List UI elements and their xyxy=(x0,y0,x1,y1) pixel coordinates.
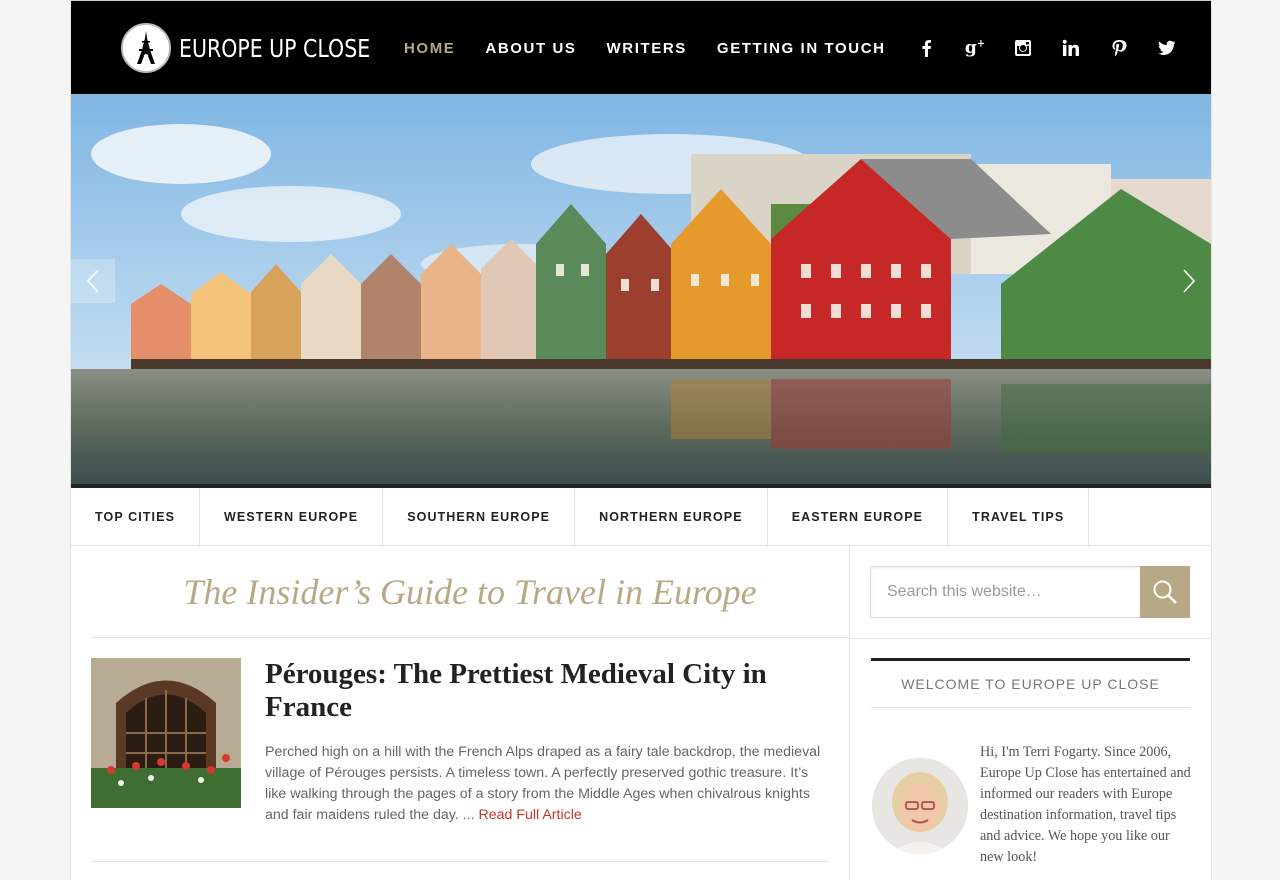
welcome-widget-title: WELCOME TO EUROPE UP CLOSE xyxy=(871,658,1190,708)
cat-eastern-europe[interactable]: EASTERN EUROPE xyxy=(768,488,949,545)
cat-western-europe[interactable]: WESTERN EUROPE xyxy=(200,488,384,545)
cat-travel-tips[interactable]: TRAVEL TIPS xyxy=(948,488,1090,545)
read-full-article-link[interactable]: Read Full Article xyxy=(478,807,581,823)
nav-writers[interactable]: WRITERS xyxy=(607,40,687,57)
search-form xyxy=(870,566,1190,618)
post-divider xyxy=(91,861,829,862)
hero-slider xyxy=(71,94,1211,484)
facebook-icon[interactable] xyxy=(903,24,951,72)
cat-top-cities[interactable]: TOP CITIES xyxy=(71,488,201,545)
social-links: g+ xyxy=(903,1,1191,95)
main-nav: HOME ABOUT US WRITERS GETTING IN TOUCH xyxy=(404,1,916,95)
post-title[interactable]: Pérouges: The Prettiest Medieval City in… xyxy=(265,658,825,724)
search-button[interactable] xyxy=(1140,566,1190,618)
post-thumbnail[interactable] xyxy=(91,658,241,808)
nav-getting-in-touch[interactable]: GETTING IN TOUCH xyxy=(717,40,886,57)
sidebar: WELCOME TO EUROPE UP CLOSE Hi, I'm Terri… xyxy=(850,546,1211,880)
slider-prev-arrow[interactable] xyxy=(71,259,115,303)
nav-about-us[interactable]: ABOUT US xyxy=(485,40,576,57)
instagram-icon[interactable] xyxy=(999,24,1047,72)
site-logo[interactable]: EUROPE UP CLOSE xyxy=(121,21,412,75)
logo-text: EUROPE UP CLOSE xyxy=(179,33,371,63)
cat-southern-europe[interactable]: SOUTHERN EUROPE xyxy=(383,488,576,545)
search-input[interactable] xyxy=(870,566,1140,618)
cat-northern-europe[interactable]: NORTHERN EUROPE xyxy=(575,488,768,545)
author-avatar xyxy=(872,758,968,854)
post-excerpt: Perched high on a hill with the French A… xyxy=(265,742,825,826)
search-icon xyxy=(1153,580,1177,604)
nav-home[interactable]: HOME xyxy=(404,40,455,57)
welcome-text: Hi, I'm Terri Fogarty. Since 2006, Europ… xyxy=(980,744,1191,865)
hero-image xyxy=(71,94,1211,484)
main-content: The Insider’s Guide to Travel in Europe xyxy=(71,546,850,880)
slider-next-arrow[interactable] xyxy=(1167,259,1211,303)
site-header: EUROPE UP CLOSE HOME ABOUT US WRITERS GE… xyxy=(71,0,1211,94)
category-nav: TOP CITIES WESTERN EUROPE SOUTHERN EUROP… xyxy=(71,488,1211,546)
linkedin-icon[interactable] xyxy=(1047,24,1095,72)
page: EUROPE UP CLOSE HOME ABOUT US WRITERS GE… xyxy=(70,0,1212,880)
site-tagline: The Insider’s Guide to Travel in Europe xyxy=(91,546,849,638)
sidebar-divider xyxy=(850,638,1211,639)
google-plus-icon[interactable]: g+ xyxy=(951,24,999,72)
eiffel-tower-icon xyxy=(121,23,171,73)
twitter-icon[interactable] xyxy=(1143,24,1191,72)
pinterest-icon[interactable] xyxy=(1095,24,1143,72)
